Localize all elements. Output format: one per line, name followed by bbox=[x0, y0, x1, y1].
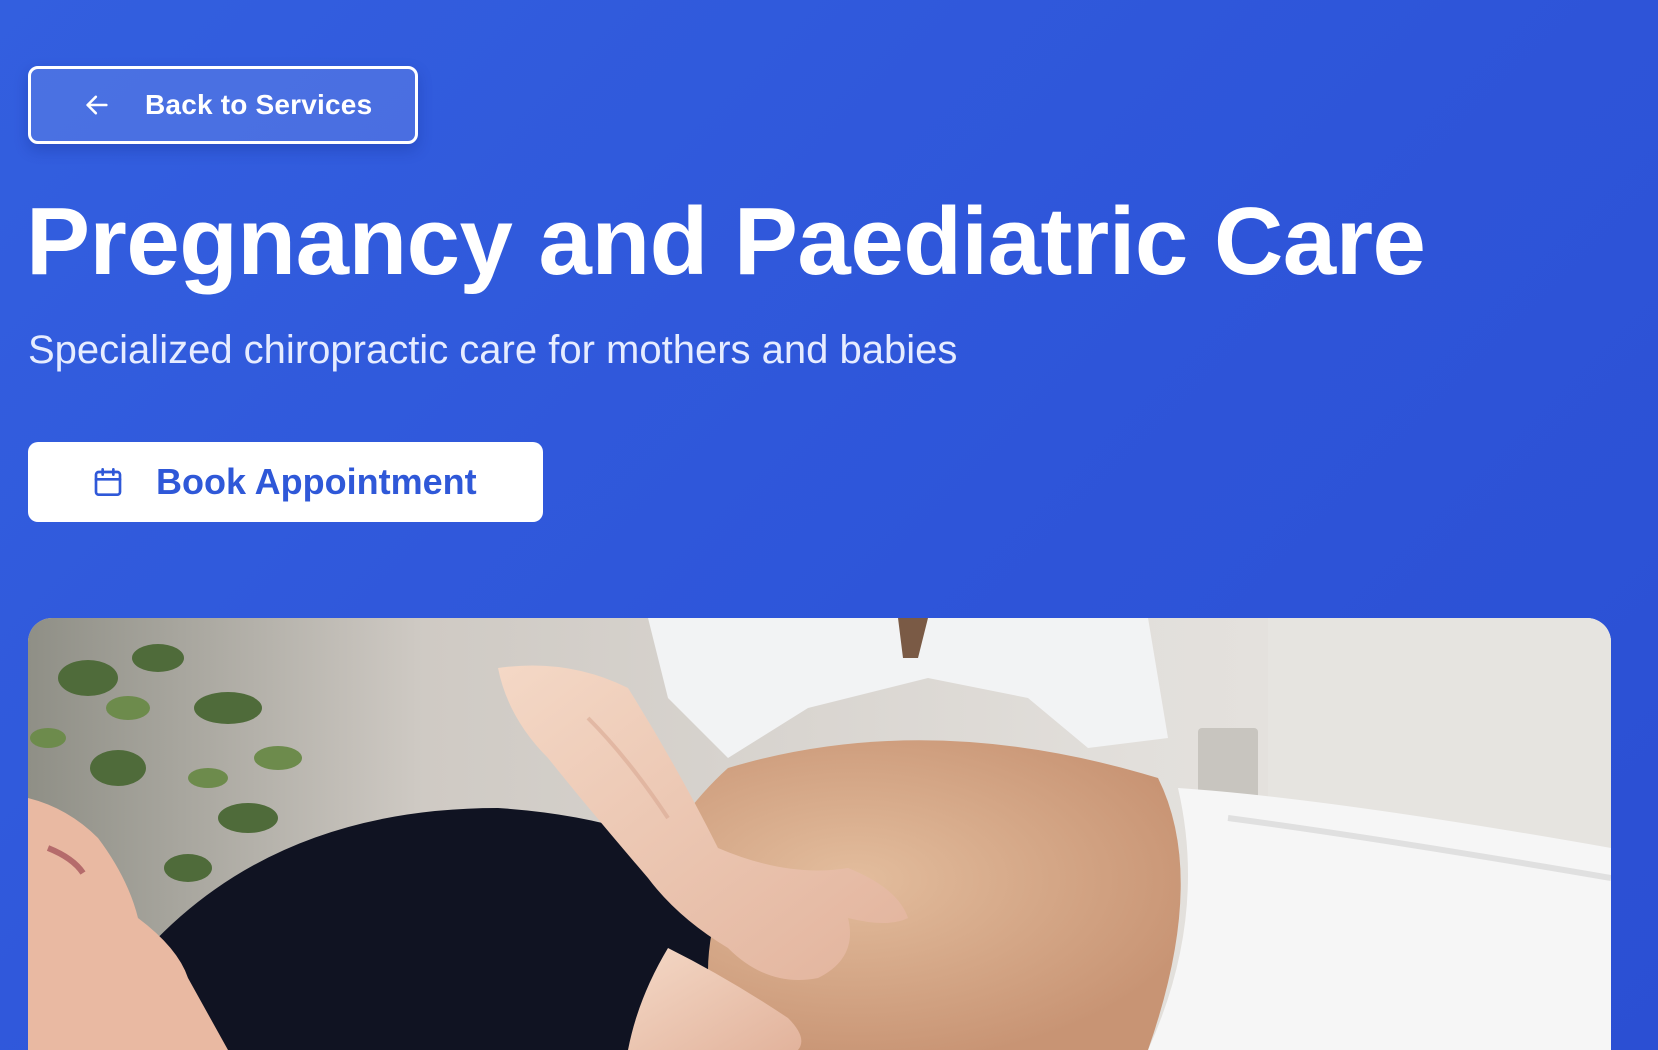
back-to-services-button[interactable]: Back to Services bbox=[28, 66, 418, 144]
book-appointment-button[interactable]: Book Appointment bbox=[28, 442, 543, 522]
arrow-left-icon bbox=[86, 95, 108, 115]
hero-photo-illustration bbox=[28, 618, 1611, 1050]
page-subtitle: Specialized chiropractic care for mother… bbox=[28, 328, 958, 372]
book-button-label: Book Appointment bbox=[156, 461, 477, 502]
page-title: Pregnancy and Paediatric Care bbox=[26, 188, 1426, 295]
hero-photo bbox=[28, 618, 1611, 1050]
back-button-label: Back to Services bbox=[145, 89, 373, 120]
hero-section: Back to Services Pregnancy and Paediatri… bbox=[0, 0, 1658, 1050]
calendar-icon bbox=[94, 468, 122, 496]
